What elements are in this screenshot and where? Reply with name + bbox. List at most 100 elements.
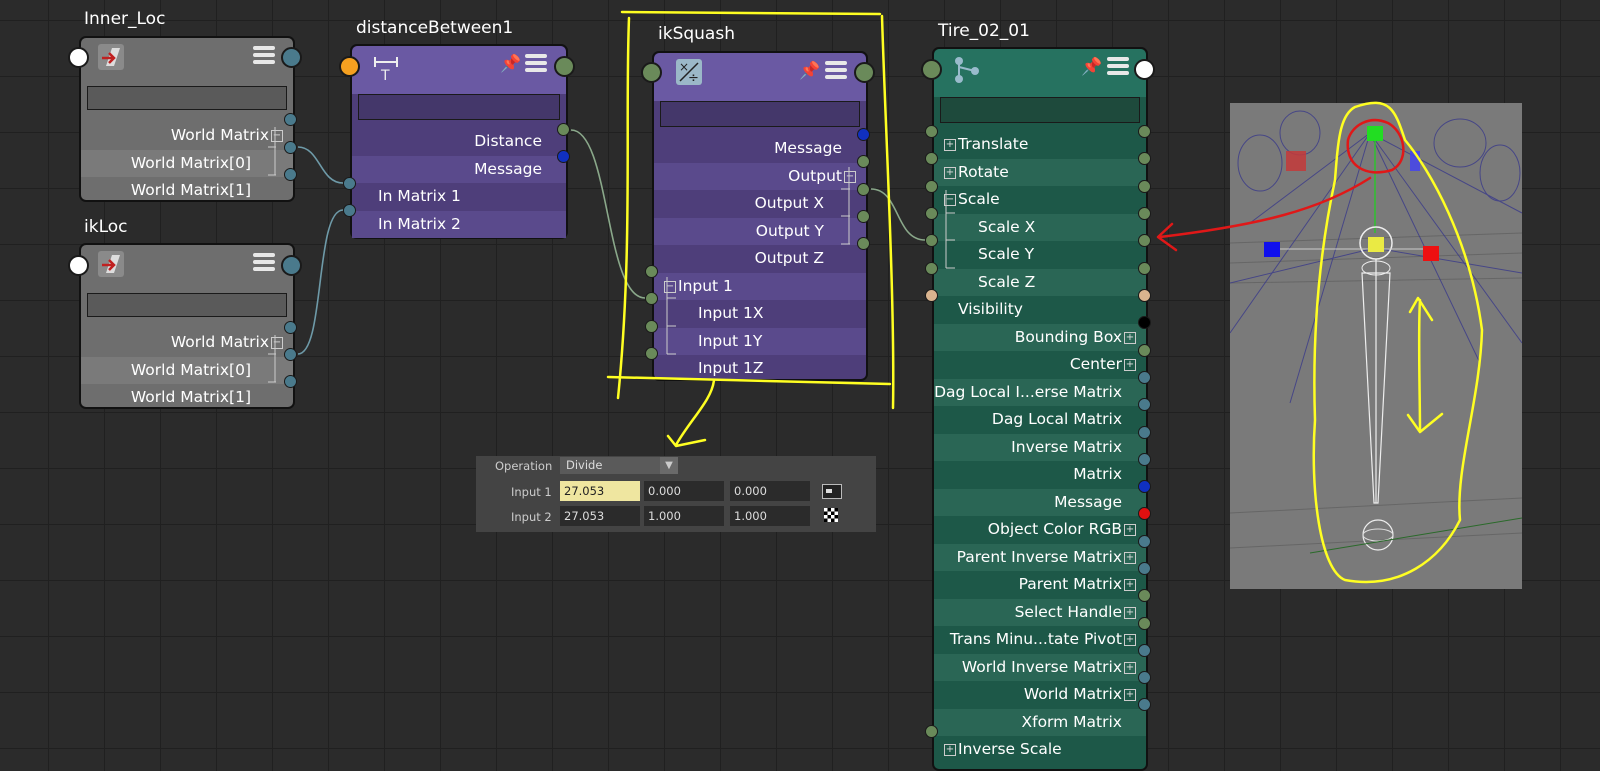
output-port[interactable] bbox=[557, 123, 570, 136]
attr-row[interactable]: − Input 1 bbox=[654, 272, 866, 300]
output-port[interactable] bbox=[1138, 644, 1151, 657]
output-port[interactable] bbox=[1138, 289, 1151, 302]
output-port[interactable] bbox=[1138, 562, 1151, 575]
attr-row[interactable]: World Matrix[0] bbox=[81, 356, 293, 384]
input-port[interactable] bbox=[645, 320, 658, 333]
attr-row[interactable]: Message bbox=[654, 135, 866, 163]
attr-row[interactable]: Matrix bbox=[934, 461, 1146, 489]
attr-row[interactable]: Dag Local Matrix bbox=[934, 406, 1146, 434]
output-port[interactable] bbox=[284, 321, 297, 334]
attr-row[interactable]: Center + bbox=[934, 351, 1146, 379]
attr-row[interactable]: Output X bbox=[654, 190, 866, 218]
expand-icon[interactable]: + bbox=[1124, 524, 1136, 536]
input-port[interactable] bbox=[925, 180, 938, 193]
attr-row[interactable]: Output Y bbox=[654, 217, 866, 245]
operation-dropdown[interactable]: Divide ▼ bbox=[560, 457, 678, 474]
output-port[interactable] bbox=[857, 155, 870, 168]
input-port[interactable] bbox=[645, 347, 658, 360]
input-port[interactable] bbox=[68, 47, 89, 68]
expand-icon[interactable]: + bbox=[944, 166, 956, 179]
collapse-icon[interactable]: − bbox=[271, 130, 283, 142]
ik-squash-node[interactable]: × ÷ 📌 Message Output − Output X Output Y O… bbox=[652, 51, 868, 381]
output-port[interactable] bbox=[284, 141, 297, 154]
input-port[interactable] bbox=[925, 152, 938, 165]
map-button-icon[interactable] bbox=[822, 484, 842, 499]
collapse-icon[interactable]: − bbox=[271, 337, 283, 349]
output-port[interactable] bbox=[1138, 453, 1151, 466]
input-port[interactable] bbox=[645, 292, 658, 305]
attr-row[interactable]: World Matrix[1] bbox=[81, 384, 293, 412]
output-port[interactable] bbox=[1138, 507, 1151, 520]
output-port[interactable] bbox=[1138, 234, 1151, 247]
expand-icon[interactable]: + bbox=[1124, 551, 1136, 564]
output-port[interactable] bbox=[1138, 398, 1151, 411]
expand-icon[interactable]: + bbox=[1124, 634, 1136, 646]
output-port[interactable] bbox=[281, 255, 302, 276]
output-port[interactable] bbox=[1138, 371, 1151, 384]
expand-icon[interactable]: + bbox=[1124, 331, 1136, 344]
output-port[interactable] bbox=[284, 375, 297, 388]
expand-icon[interactable]: + bbox=[1124, 359, 1136, 371]
output-port[interactable] bbox=[1138, 698, 1151, 711]
input1-z-field[interactable]: 0.000 bbox=[730, 481, 810, 501]
node-name-field[interactable] bbox=[87, 293, 287, 317]
inner-loc-node[interactable]: World Matrix − World Matrix[0] World Matr… bbox=[79, 36, 295, 202]
expand-icon[interactable]: + bbox=[944, 744, 956, 756]
output-port[interactable] bbox=[284, 168, 297, 181]
attr-row[interactable]: Scale X bbox=[934, 213, 1146, 241]
ik-loc-node[interactable]: World Matrix − World Matrix[0] World Matr… bbox=[79, 243, 295, 409]
attr-row[interactable]: World Matrix − bbox=[81, 122, 293, 150]
expand-icon[interactable]: + bbox=[1124, 579, 1136, 591]
attr-row[interactable]: World Inverse Matrix + bbox=[934, 653, 1146, 681]
output-port[interactable] bbox=[1138, 180, 1151, 193]
distance-between-node[interactable]: T 📌 Distance Message In Matrix 1 In Matr… bbox=[350, 44, 568, 239]
output-port[interactable] bbox=[1138, 426, 1151, 439]
output-port[interactable] bbox=[284, 113, 297, 126]
input-port[interactable] bbox=[925, 262, 938, 275]
output-port[interactable] bbox=[1134, 59, 1155, 80]
input-port[interactable] bbox=[925, 207, 938, 220]
expand-icon[interactable]: + bbox=[1124, 606, 1136, 619]
input-port[interactable] bbox=[339, 56, 360, 77]
node-name-field[interactable] bbox=[940, 97, 1140, 123]
input2-z-field[interactable]: 1.000 bbox=[730, 506, 810, 526]
output-port[interactable] bbox=[284, 348, 297, 361]
input1-y-field[interactable]: 0.000 bbox=[644, 481, 724, 501]
output-port[interactable] bbox=[557, 150, 570, 163]
expand-icon[interactable]: + bbox=[944, 139, 956, 151]
output-port[interactable] bbox=[857, 128, 870, 141]
output-port[interactable] bbox=[1138, 535, 1151, 548]
collapse-icon[interactable]: − bbox=[664, 280, 676, 293]
attr-row[interactable]: + Translate bbox=[934, 131, 1146, 159]
menu-icon[interactable] bbox=[253, 253, 275, 271]
output-port[interactable] bbox=[1138, 125, 1151, 138]
output-port[interactable] bbox=[1138, 617, 1151, 630]
attr-row[interactable]: Input 1X bbox=[654, 300, 866, 328]
input-port[interactable] bbox=[343, 177, 356, 190]
attr-row[interactable]: Inverse Matrix bbox=[934, 433, 1146, 461]
node-name-field[interactable] bbox=[358, 94, 560, 120]
input1-x-field[interactable]: 27.053 bbox=[560, 481, 640, 501]
output-port[interactable] bbox=[1138, 262, 1151, 275]
attr-row[interactable]: World Matrix + bbox=[934, 681, 1146, 709]
attr-row[interactable]: Parent Matrix + bbox=[934, 571, 1146, 599]
attr-row[interactable]: In Matrix 1 bbox=[352, 183, 566, 211]
attr-row[interactable]: Output − bbox=[654, 162, 866, 190]
attr-row[interactable]: Distance bbox=[352, 128, 566, 156]
attr-row[interactable]: World Matrix − bbox=[81, 329, 293, 357]
collapse-icon[interactable]: − bbox=[944, 194, 956, 206]
input-port[interactable] bbox=[925, 125, 938, 138]
node-name-field[interactable] bbox=[660, 101, 860, 127]
output-port[interactable] bbox=[1138, 152, 1151, 165]
pin-icon[interactable]: 📌 bbox=[799, 61, 820, 81]
menu-icon[interactable] bbox=[253, 46, 275, 64]
attr-row[interactable]: Select Handle + bbox=[934, 598, 1146, 626]
input-port[interactable] bbox=[641, 62, 662, 83]
output-port[interactable] bbox=[857, 210, 870, 223]
attr-row[interactable]: Message bbox=[934, 488, 1146, 516]
input2-y-field[interactable]: 1.000 bbox=[644, 506, 724, 526]
input-port[interactable] bbox=[925, 289, 938, 302]
output-port[interactable] bbox=[1138, 671, 1151, 684]
output-port[interactable] bbox=[1138, 316, 1151, 329]
attr-row[interactable]: + Rotate bbox=[934, 158, 1146, 186]
